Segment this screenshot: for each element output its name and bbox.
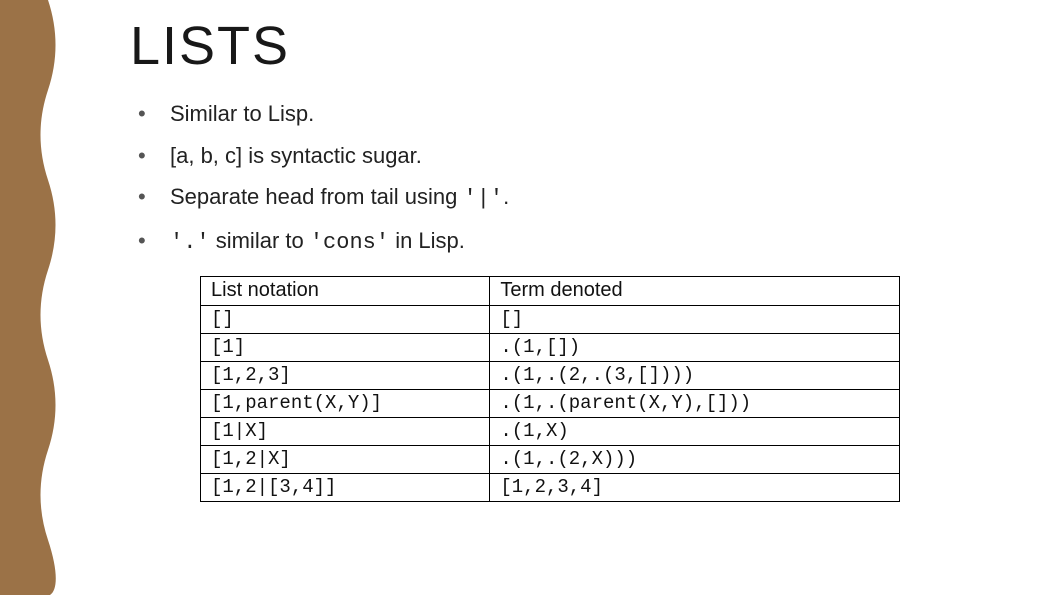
table-cell: [1,parent(X,Y)] xyxy=(201,389,490,417)
table-cell: .(1,.(2,X))) xyxy=(490,445,900,473)
bullet-item: '.' similar to 'cons' in Lisp. xyxy=(130,226,1000,258)
table-row: [1|X] .(1,X) xyxy=(201,417,900,445)
table-row: [1,2,3] .(1,.(2,.(3,[]))) xyxy=(201,361,900,389)
code-dot: '.' xyxy=(170,230,210,255)
bullet-text: [a, b, c] is syntactic sugar. xyxy=(170,143,422,168)
table-cell: [1] xyxy=(201,333,490,361)
table-cell: .(1,.(2,.(3,[]))) xyxy=(490,361,900,389)
bullet-text: similar to xyxy=(210,228,310,253)
table-row: [1,2|[3,4]] [1,2,3,4] xyxy=(201,473,900,501)
table-cell: [1,2,3] xyxy=(201,361,490,389)
table-row: [1,parent(X,Y)] .(1,.(parent(X,Y),[])) xyxy=(201,389,900,417)
slide-content: LISTS Similar to Lisp. [a, b, c] is synt… xyxy=(130,15,1000,502)
table-cell: .(1,.(parent(X,Y),[])) xyxy=(490,389,900,417)
decorative-left-border xyxy=(0,0,70,595)
bullet-text: Separate head from tail using xyxy=(170,184,464,209)
bullet-item: Similar to Lisp. xyxy=(130,99,1000,129)
table-header-cell: List notation xyxy=(201,276,490,305)
table-cell: .(1,X) xyxy=(490,417,900,445)
table-header-row: List notation Term denoted xyxy=(201,276,900,305)
bullet-text: in Lisp. xyxy=(389,228,465,253)
bullet-item: Separate head from tail using '|'. xyxy=(130,182,1000,214)
bullet-text: Similar to Lisp. xyxy=(170,101,314,126)
table-cell: .(1,[]) xyxy=(490,333,900,361)
notation-table: List notation Term denoted [] [] [1] .(1… xyxy=(200,276,900,502)
table-row: [1] .(1,[]) xyxy=(201,333,900,361)
table-row: [1,2|X] .(1,.(2,X))) xyxy=(201,445,900,473)
notation-table-wrap: List notation Term denoted [] [] [1] .(1… xyxy=(200,276,900,502)
bullet-text: . xyxy=(503,184,509,209)
slide-title: LISTS xyxy=(130,15,1000,77)
code-pipe: '|' xyxy=(464,186,504,211)
table-cell: [1|X] xyxy=(201,417,490,445)
bullet-list: Similar to Lisp. [a, b, c] is syntactic … xyxy=(130,99,1000,258)
table-cell: [1,2|[3,4]] xyxy=(201,473,490,501)
table-row: [] [] xyxy=(201,305,900,333)
bullet-item: [a, b, c] is syntactic sugar. xyxy=(130,141,1000,171)
table-cell: [1,2|X] xyxy=(201,445,490,473)
table-cell: [1,2,3,4] xyxy=(490,473,900,501)
table-header-cell: Term denoted xyxy=(490,276,900,305)
table-cell: [] xyxy=(490,305,900,333)
table-cell: [] xyxy=(201,305,490,333)
code-cons: 'cons' xyxy=(310,230,389,255)
